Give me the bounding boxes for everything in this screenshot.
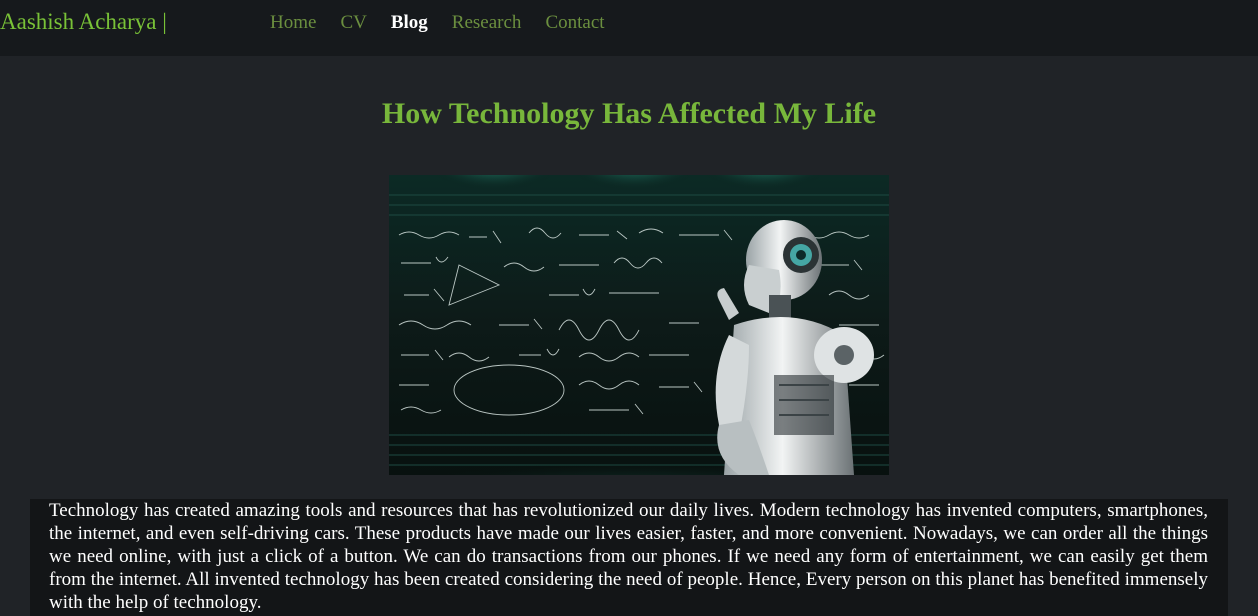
nav-link-home[interactable]: Home (270, 12, 316, 34)
article-paragraph: Technology has created amazing tools and… (49, 500, 1208, 613)
site-brand[interactable]: Aashish Acharya | (0, 9, 167, 35)
robot-chalkboard-image (389, 175, 889, 475)
hero-image (389, 175, 889, 475)
nav-link-blog[interactable]: Blog (391, 12, 428, 34)
navbar: Aashish Acharya | Home CV Blog Research … (0, 0, 1258, 56)
nav-link-cv[interactable]: CV (340, 12, 366, 34)
article-title: How Technology Has Affected My Life (381, 97, 877, 130)
nav-link-contact[interactable]: Contact (545, 12, 604, 34)
nav-links: Home CV Blog Research Contact (270, 12, 605, 34)
nav-link-research[interactable]: Research (452, 12, 522, 34)
article-body: Technology has created amazing tools and… (30, 499, 1228, 616)
